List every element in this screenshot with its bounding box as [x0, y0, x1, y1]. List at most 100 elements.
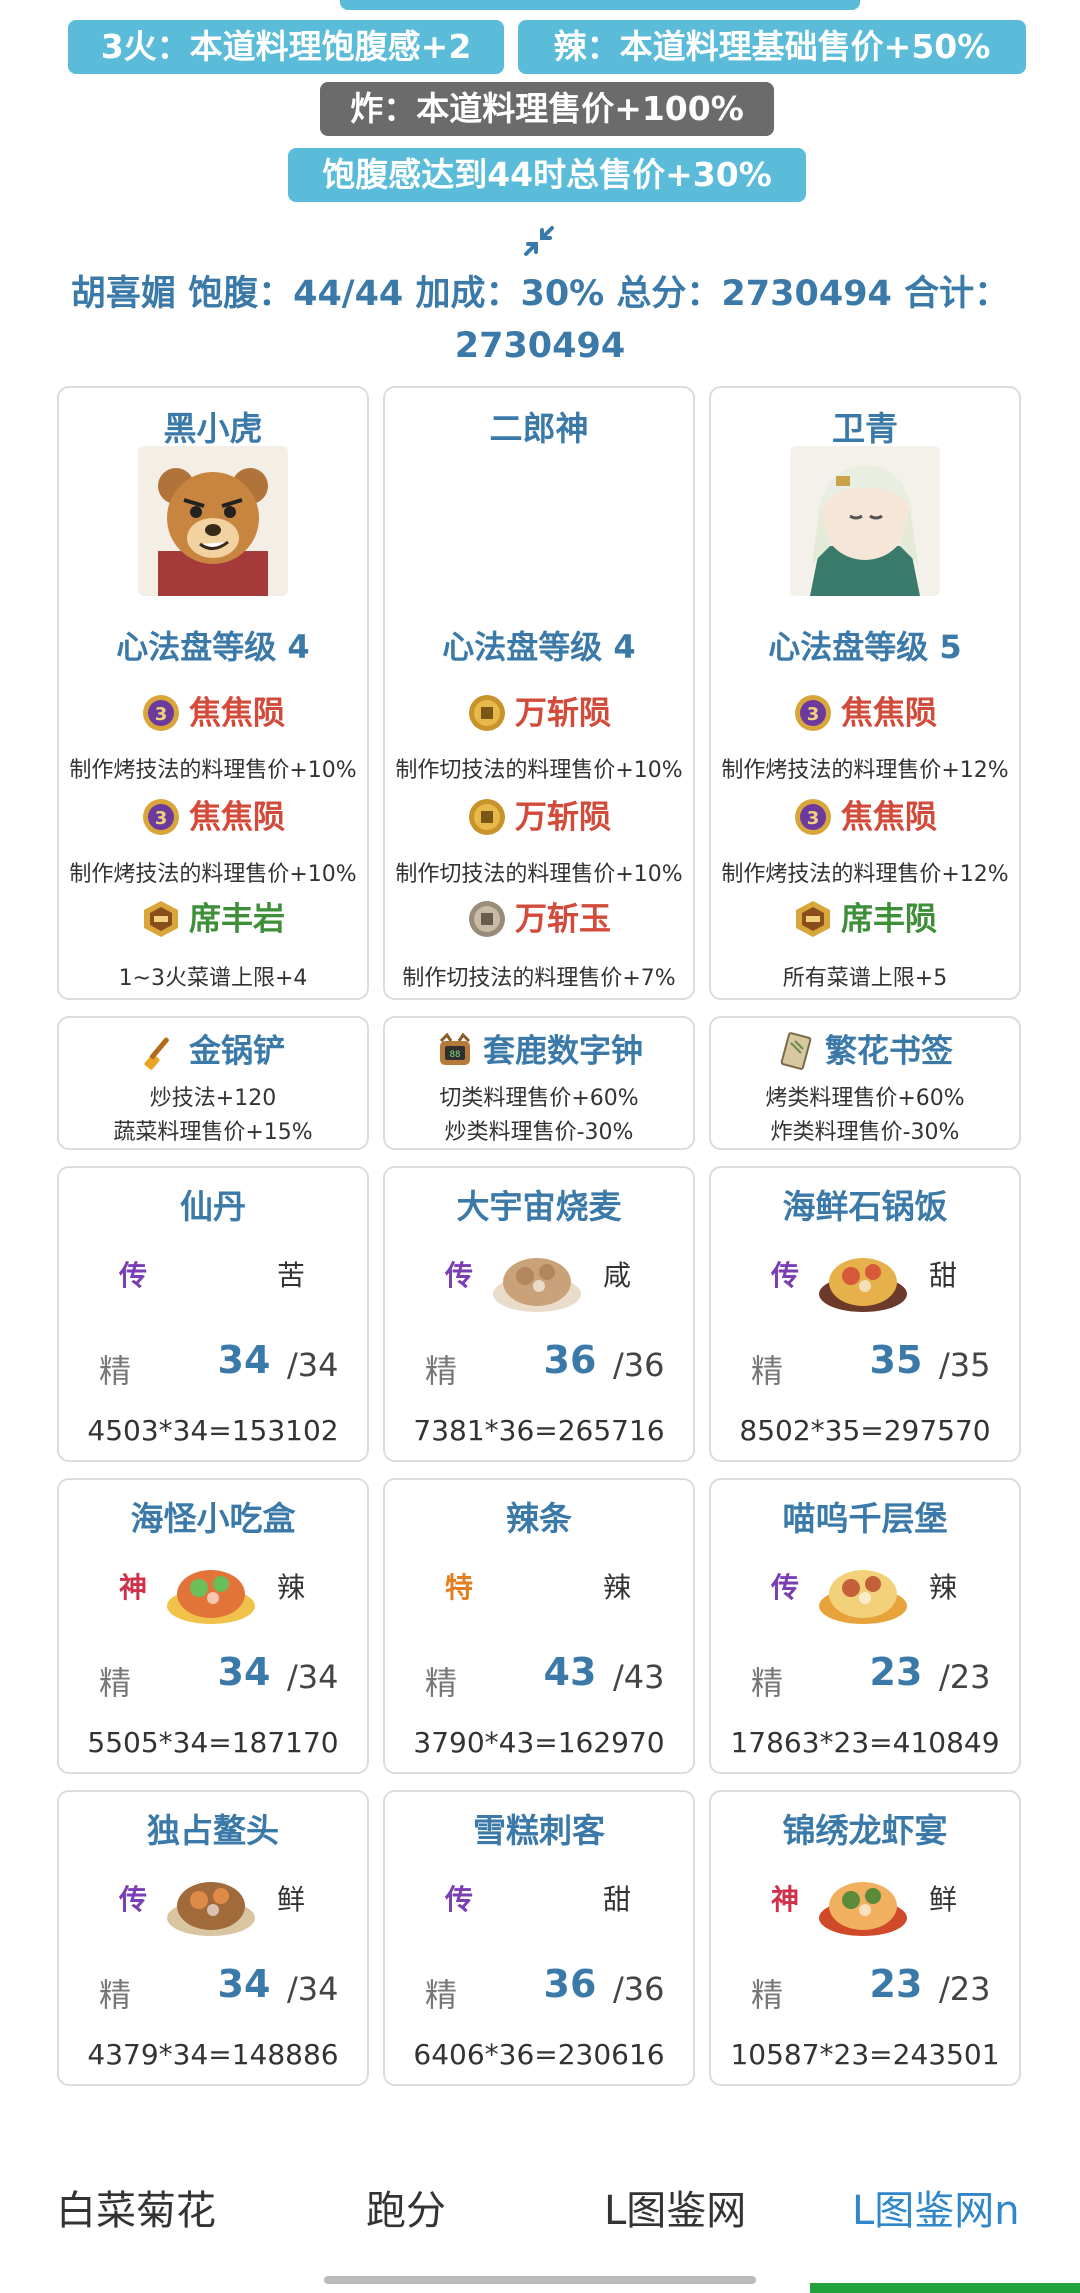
rarity-label: 神 — [119, 1571, 148, 1604]
equipment-title: 88 套鹿数字钟 — [385, 1028, 693, 1072]
recipe-card[interactable]: 海怪小吃盒神 辣精 34/34 5505*34=187170 — [57, 1478, 369, 1774]
recipe-card[interactable]: 大宇宙烧麦传 咸精 36/36 7381*36=265716 — [383, 1166, 695, 1462]
purple-medal-icon: 3 — [141, 797, 181, 837]
rarity-label: 传 — [771, 1571, 800, 1604]
rarity-label: 传 — [119, 1883, 148, 1916]
rarity-label: 特 — [445, 1571, 474, 1604]
skill-item[interactable]: 席丰陨 — [711, 896, 1019, 940]
skill-item[interactable]: 3 焦焦陨 — [59, 690, 367, 734]
recipe-count[interactable]: 23 — [851, 1962, 941, 2006]
dish-image — [163, 1862, 259, 1942]
nav-tab-wiki-n[interactable]: L图鉴网n — [852, 2178, 1020, 2236]
recipe-count[interactable]: 35 — [851, 1338, 941, 1382]
flavor-label: 辣 — [277, 1571, 306, 1604]
rarity-label: 传 — [445, 1883, 474, 1916]
flavor-label: 甜 — [603, 1883, 632, 1916]
nav-tab-score[interactable]: 跑分 — [366, 2178, 446, 2236]
skill-item[interactable]: 万斩陨 — [385, 690, 693, 734]
recipe-count[interactable]: 43 — [525, 1650, 615, 1694]
equipment-title: 金锅铲 — [59, 1028, 367, 1072]
purple-medal-icon: 3 — [793, 693, 833, 733]
equipment-effect: 炒类料理售价-30% — [444, 1120, 634, 1145]
skill-item[interactable]: 3 焦焦陨 — [711, 794, 1019, 838]
skill-desc: 制作切技法的料理售价+10% — [395, 862, 683, 887]
recipe-formula: 5505*34=187170 — [87, 1726, 339, 1759]
quality-label: 精 — [425, 1664, 458, 1702]
equipment-name: 繁花书签 — [824, 1031, 953, 1070]
equipment-effect: 烤类料理售价+60% — [765, 1086, 965, 1111]
summary-line: 胡喜媚 饱腹：44/44 加成：30% 总分：2730494 合计： — [70, 274, 1010, 314]
recipe-name: 喵呜千层堡 — [782, 1499, 948, 1538]
equipment-card[interactable]: 88 套鹿数字钟 切类料理售价+60% 炒类料理售价-30% — [383, 1016, 695, 1150]
dish-image — [815, 1550, 911, 1630]
collapse-icon[interactable] — [522, 224, 556, 258]
dish-image — [163, 1550, 259, 1630]
recipe-card[interactable]: 雪糕刺客传 甜精 36/36 6406*36=230616 — [383, 1790, 695, 2086]
gold-medal-icon — [467, 693, 507, 733]
recipe-card[interactable]: 独占鳌头传 鲜精 34/34 4379*34=148886 — [57, 1790, 369, 2086]
recipe-card[interactable]: 海鲜石锅饭传 甜精 35/35 8502*35=297570 — [709, 1166, 1021, 1462]
chef-card[interactable]: 卫青 心法盘等级 5 3 焦焦陨 制作烤技法的料理售价+12% 3 焦焦陨 制作烤技法的料理售… — [709, 386, 1021, 1000]
rarity-label: 神 — [771, 1883, 800, 1916]
recipe-count[interactable]: 36 — [525, 1962, 615, 2006]
skill-name: 焦焦陨 — [188, 693, 285, 732]
recipe-card[interactable]: 喵呜千层堡传 辣精 23/23 17863*23=410849 — [709, 1478, 1021, 1774]
nav-tab-cabbage[interactable]: 白菜菊花 — [56, 2178, 216, 2236]
home-indicator[interactable] — [324, 2276, 756, 2284]
recipe-max: /23 — [939, 1970, 991, 2008]
skill-item[interactable]: 席丰岩 — [59, 896, 367, 940]
skill-name: 焦焦陨 — [188, 797, 285, 836]
recipe-formula: 8502*35=297570 — [739, 1414, 991, 1447]
recipe-card[interactable]: 仙丹传 苦精 34/34 4503*34=153102 — [57, 1166, 369, 1462]
recipe-name: 辣条 — [506, 1499, 572, 1538]
equipment-card[interactable]: 金锅铲 炒技法+120 蔬菜料理售价+15% — [57, 1016, 369, 1150]
top-tab-indicator — [340, 0, 860, 10]
skill-desc: 制作烤技法的料理售价+10% — [69, 862, 357, 887]
flavor-label: 辣 — [929, 1571, 958, 1604]
recipe-count[interactable]: 34 — [199, 1962, 289, 2006]
equipment-card[interactable]: 繁花书签烤类料理售价+60% 炸类料理售价-30% — [709, 1016, 1021, 1150]
flavor-label: 鲜 — [929, 1883, 958, 1916]
chef-level: 心法盘等级 4 — [116, 628, 310, 666]
skill-item[interactable]: 万斩陨 — [385, 794, 693, 838]
recipe-count[interactable]: 36 — [525, 1338, 615, 1382]
equipment-name: 金锅铲 — [188, 1031, 285, 1070]
recipe-max: /34 — [287, 1970, 339, 2008]
silver-medal-icon — [467, 899, 507, 939]
recipe-card[interactable]: 辣条特 辣精 43/43 3790*43=162970 — [383, 1478, 695, 1774]
recipe-count[interactable]: 34 — [199, 1338, 289, 1382]
svg-text:3: 3 — [155, 704, 168, 725]
nav-tab-wiki[interactable]: L图鉴网 — [604, 2178, 746, 2236]
chef-name: 卫青 — [832, 409, 898, 448]
recipe-count[interactable]: 34 — [199, 1650, 289, 1694]
flavor-label: 鲜 — [277, 1883, 306, 1916]
recipe-count[interactable]: 23 — [851, 1650, 941, 1694]
recipe-formula: 3790*43=162970 — [413, 1726, 665, 1759]
skill-desc: 制作烤技法的料理售价+10% — [69, 758, 357, 783]
svg-text:3: 3 — [807, 808, 820, 829]
skill-item[interactable]: 3 焦焦陨 — [59, 794, 367, 838]
skill-item[interactable]: 万斩玉 — [385, 896, 693, 940]
quality-label: 精 — [751, 1352, 784, 1390]
recipe-max: /34 — [287, 1346, 339, 1384]
skill-item[interactable]: 3 焦焦陨 — [711, 690, 1019, 734]
chef-card[interactable]: 黑小虎 心法盘等级 4 3 焦焦陨 制作烤技法的料理售价+10% 3 焦焦陨 制作烤技法的料理… — [57, 386, 369, 1000]
flavor-label: 咸 — [603, 1259, 632, 1292]
chef-card[interactable]: 二郎神 心法盘等级 4 万斩陨 制作切技法的料理售价+10% 万斩陨 制作切技法的料理售价… — [383, 386, 695, 1000]
skill-name: 焦焦陨 — [840, 797, 937, 836]
skill-desc: 制作切技法的料理售价+10% — [395, 758, 683, 783]
equipment-title: 繁花书签 — [711, 1028, 1019, 1072]
recipe-card[interactable]: 锦绣龙虾宴神 鲜精 23/23 10587*23=243501 — [709, 1790, 1021, 2086]
recipe-formula: 7381*36=265716 — [413, 1414, 665, 1447]
skill-name: 席丰岩 — [188, 899, 285, 938]
chef-name: 二郎神 — [489, 409, 589, 448]
recipe-name: 海怪小吃盒 — [130, 1499, 296, 1538]
flavor-label: 甜 — [929, 1259, 958, 1292]
recipe-formula: 6406*36=230616 — [413, 2038, 665, 2071]
equipment-effect: 炒技法+120 — [149, 1086, 277, 1111]
bookmark-icon — [777, 1031, 817, 1071]
equipment-effect: 炸类料理售价-30% — [770, 1120, 960, 1145]
golden-spatula-icon — [141, 1031, 181, 1071]
skill-desc: 1~3火菜谱上限+4 — [118, 966, 308, 991]
skill-name: 席丰陨 — [840, 899, 937, 938]
